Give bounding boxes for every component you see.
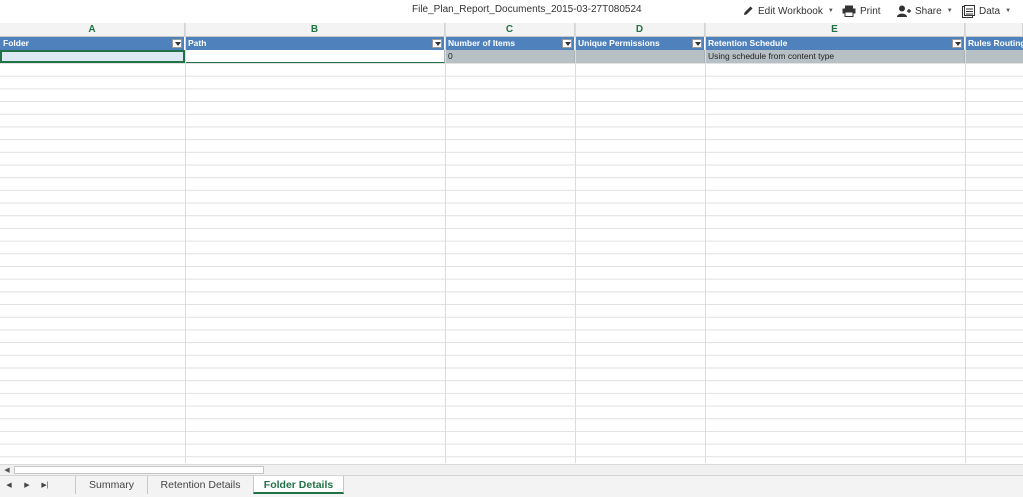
pencil-icon	[744, 6, 753, 15]
spreadsheet-grid[interactable]: A B C D E Folder Path Number of Items Un…	[0, 23, 1023, 463]
table-header-cell[interactable]: Folder	[0, 37, 185, 50]
filter-dropdown-icon[interactable]	[952, 39, 962, 48]
table-header-cell[interactable]: Number of Items	[445, 37, 575, 50]
column-divider	[705, 23, 706, 463]
header-unique-permissions: Unique Permissions	[578, 38, 660, 48]
table-header-cell[interactable]: Rules Routing	[965, 37, 1023, 50]
header-rules-routing: Rules Routing	[968, 38, 1023, 48]
table-cell-number-of-items[interactable]: 0	[445, 50, 575, 63]
chevron-down-icon: ▼	[827, 8, 834, 14]
top-bar: File_Plan_Report_Documents_2015-03-27T08…	[0, 0, 1023, 22]
table-header-cell[interactable]: Retention Schedule	[705, 37, 965, 50]
tab-retention-details[interactable]: Retention Details	[147, 476, 253, 494]
table-row: 0 Using schedule from content type	[0, 50, 1023, 63]
next-sheet-icon[interactable]: ▶	[22, 481, 32, 491]
data-button[interactable]: Data ▼	[962, 3, 1011, 19]
column-header-b[interactable]: B	[185, 23, 445, 37]
filter-dropdown-icon[interactable]	[172, 39, 182, 48]
prev-sheet-icon[interactable]: ◀	[4, 481, 14, 491]
header-number-of-items: Number of Items	[448, 38, 516, 48]
column-header-f[interactable]	[965, 23, 1023, 37]
edit-workbook-label: Edit Workbook	[758, 5, 823, 17]
column-divider	[965, 23, 966, 463]
header-path: Path	[188, 38, 207, 48]
column-divider	[445, 23, 446, 463]
tab-folder-details[interactable]: Folder Details	[253, 476, 344, 494]
header-folder: Folder	[3, 38, 29, 48]
table-cell-path[interactable]	[185, 50, 445, 63]
table-cell-rules-routing[interactable]	[965, 50, 1023, 63]
column-headers: A B C D E	[0, 23, 1023, 37]
last-sheet-icon[interactable]: ▶|	[40, 481, 50, 491]
document-title: File_Plan_Report_Documents_2015-03-27T08…	[412, 4, 642, 15]
column-header-d[interactable]: D	[575, 23, 705, 37]
tab-summary[interactable]: Summary	[75, 476, 147, 494]
filter-dropdown-icon[interactable]	[432, 39, 442, 48]
print-button[interactable]: Print	[842, 3, 881, 19]
share-label: Share	[915, 5, 942, 17]
chevron-down-icon: ▼	[946, 8, 953, 14]
chevron-down-icon: ▼	[1005, 8, 1012, 14]
table-cell-folder[interactable]	[0, 50, 185, 63]
column-header-e[interactable]: E	[705, 23, 965, 37]
table-cell-retention-schedule[interactable]: Using schedule from content type	[705, 50, 965, 63]
horizontal-scrollbar[interactable]: ◀	[0, 464, 1023, 475]
edit-workbook-button[interactable]: Edit Workbook ▼	[742, 3, 834, 19]
scrollbar-thumb[interactable]	[14, 466, 264, 474]
header-retention-schedule: Retention Schedule	[708, 38, 788, 48]
table-header-cell[interactable]: Unique Permissions	[575, 37, 705, 50]
filter-dropdown-icon[interactable]	[562, 39, 572, 48]
column-divider	[575, 23, 576, 463]
column-header-c[interactable]: C	[445, 23, 575, 37]
scroll-left-icon[interactable]: ◀	[2, 466, 12, 475]
column-divider	[185, 23, 186, 463]
data-label: Data	[979, 5, 1001, 17]
print-label: Print	[860, 5, 881, 17]
share-button[interactable]: Share ▼	[897, 3, 953, 19]
table-cell-unique-permissions[interactable]	[575, 50, 705, 63]
sheet-tab-bar: ◀ ▶ ▶| Summary Retention Details Folder …	[0, 475, 1023, 497]
data-table-icon	[962, 4, 975, 18]
filter-dropdown-icon[interactable]	[692, 39, 702, 48]
printer-icon	[842, 5, 856, 17]
empty-grid-rows[interactable]	[0, 63, 1023, 463]
table-header-row: Folder Path Number of Items Unique Permi…	[0, 37, 1023, 50]
table-header-cell[interactable]: Path	[185, 37, 445, 50]
column-header-a[interactable]: A	[0, 23, 185, 37]
share-user-icon	[897, 5, 911, 17]
